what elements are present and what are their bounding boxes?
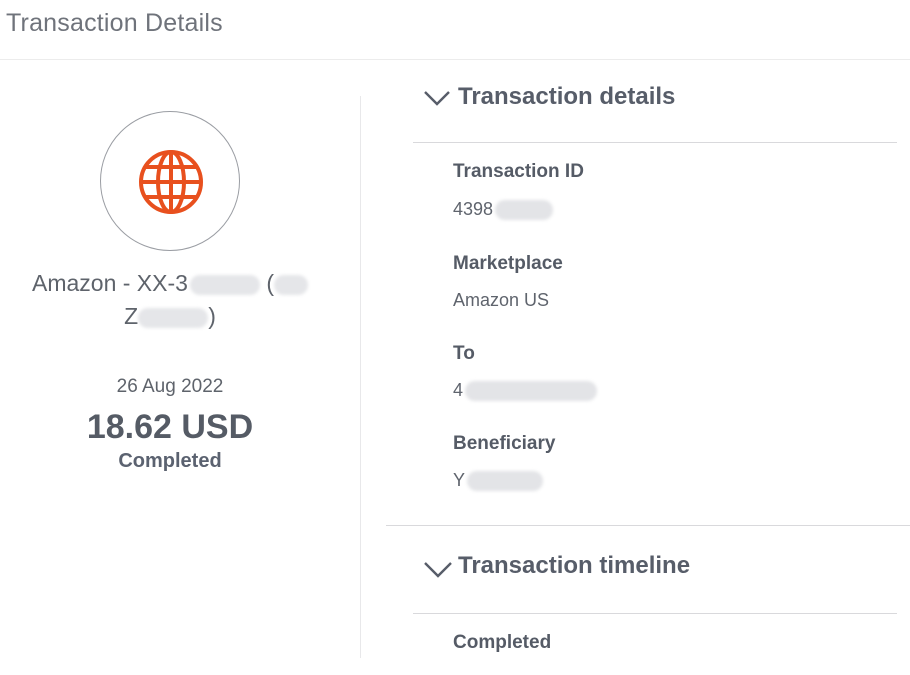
field-label-transaction-id: Transaction ID — [453, 161, 584, 182]
beneficiary-value: Y — [453, 470, 466, 490]
merchant-name-part: ) — [208, 303, 216, 329]
details-section-header-clip: Transaction details — [413, 61, 903, 106]
section-divider — [413, 142, 897, 143]
transaction-amount: 18.62 USD — [86, 408, 254, 446]
merchant-name: Amazon - XX-3 — [31, 270, 188, 296]
redacted-text — [189, 274, 260, 295]
merchant-avatar — [100, 111, 240, 251]
redacted-text — [465, 381, 598, 402]
redacted-text — [495, 200, 554, 221]
merchant-name-suffix: ( — [266, 270, 274, 296]
field-value-marketplace: Amazon US — [453, 290, 550, 310]
panel-divider — [360, 96, 361, 658]
timeline-section-title: Transaction timeline — [458, 552, 691, 579]
redacted-text — [274, 274, 308, 295]
redacted-text — [138, 307, 209, 328]
transaction-id-value: 4398 — [453, 199, 494, 219]
chevron-down-icon — [424, 91, 450, 106]
field-label-marketplace: Marketplace — [453, 253, 563, 274]
globe-icon — [139, 150, 203, 214]
field-value-beneficiary: Y — [453, 470, 544, 492]
merchant-name-line1: Amazon - XX-3 ( — [0, 270, 340, 297]
field-value-to: 4 — [453, 380, 598, 402]
merchant-name-line2: Z) — [0, 303, 340, 330]
to-value: 4 — [453, 380, 464, 400]
page-header: Transaction Details — [0, 0, 910, 60]
field-value-transaction-id: 4398 — [453, 199, 554, 221]
field-label-beneficiary: Beneficiary — [453, 433, 556, 454]
timeline-entry-status: Completed — [453, 632, 552, 653]
transaction-status: Completed — [118, 450, 222, 472]
chevron-down-icon — [424, 562, 452, 578]
field-label-to: To — [453, 343, 475, 364]
details-section-title: Transaction details — [458, 83, 676, 106]
section-divider — [413, 613, 897, 614]
page-title: Transaction Details — [6, 9, 223, 37]
transaction-date: 26 Aug 2022 — [116, 376, 224, 397]
merchant-name-part: Z — [124, 303, 139, 329]
section-divider — [386, 525, 910, 526]
redacted-text — [467, 471, 544, 492]
